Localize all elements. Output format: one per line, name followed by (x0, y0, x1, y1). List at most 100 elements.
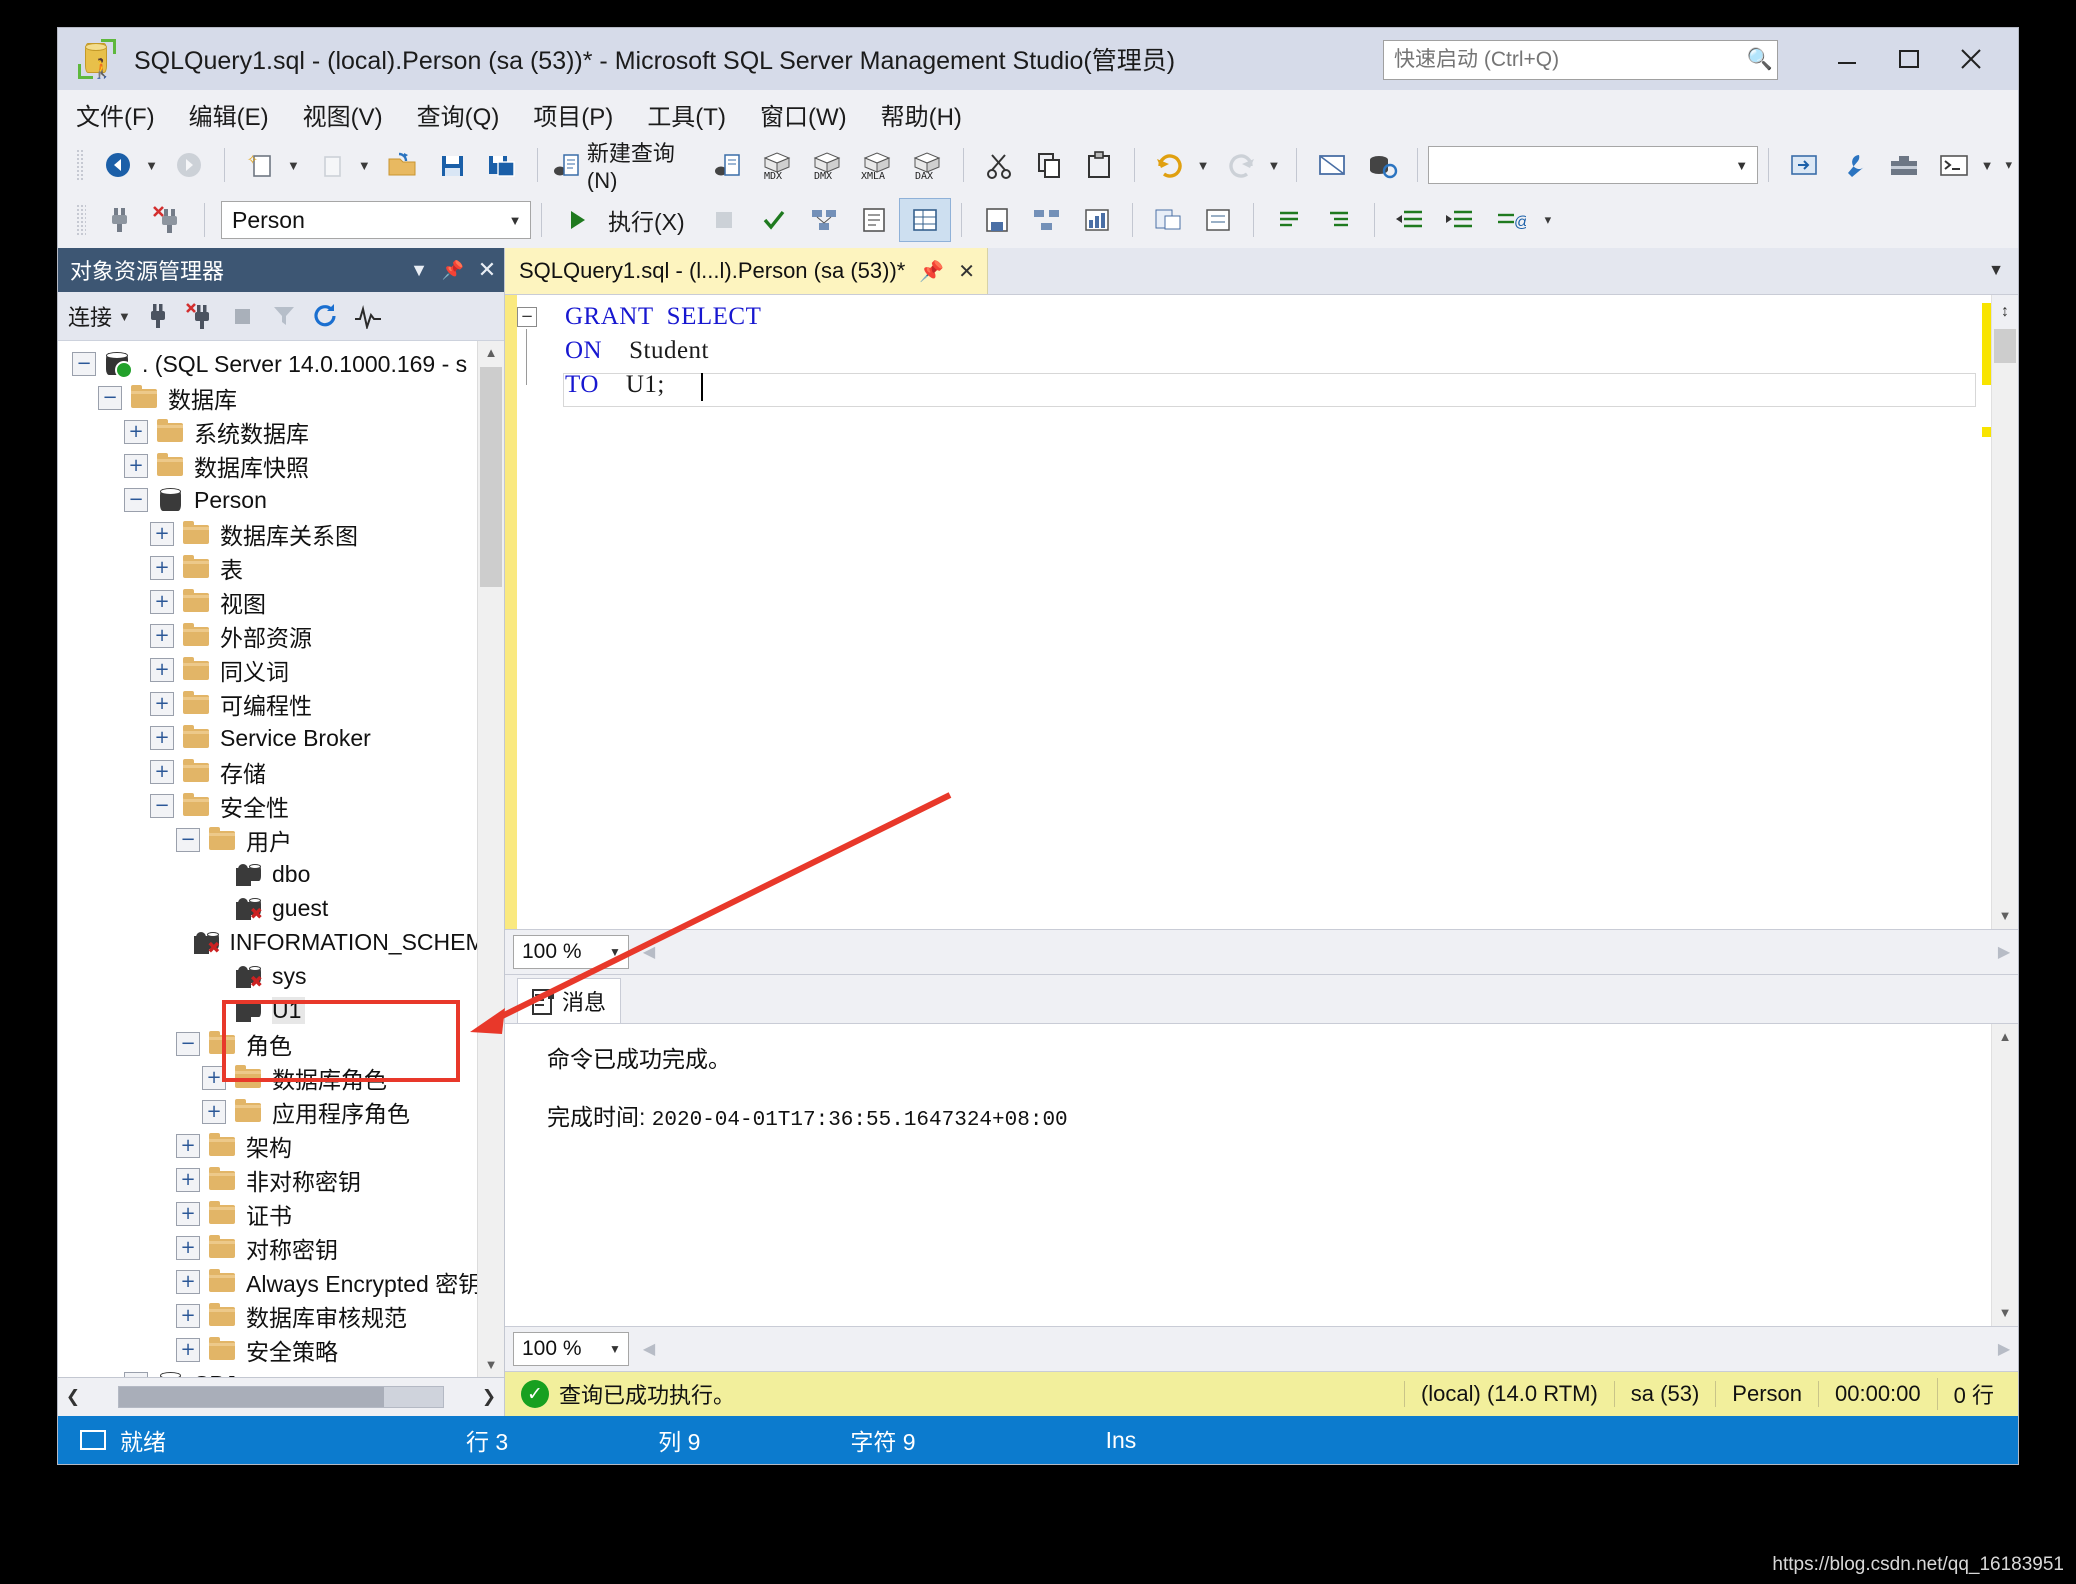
include-client-statistics-button[interactable] (1072, 199, 1122, 241)
add-item-dropdown-icon[interactable]: ▼ (358, 158, 371, 173)
tree-node[interactable]: + 表 (58, 551, 504, 585)
command-window-dropdown-icon[interactable]: ▼ (1981, 158, 1994, 173)
tab-messages[interactable]: 消息 (517, 978, 622, 1023)
tree-node[interactable]: + 数据库审核规范 (58, 1299, 504, 1333)
results-hscrollbar[interactable]: ◀ ▶ (635, 1335, 2018, 1363)
pin-icon[interactable]: 📌 (436, 260, 470, 281)
scroll-left-icon[interactable]: ◀ (635, 942, 663, 962)
connect-icon[interactable] (137, 296, 179, 336)
messages-body[interactable]: 命令已成功完成。 完成时间: 2020-04-01T17:36:55.16473… (505, 1023, 2018, 1326)
find-in-files-button[interactable] (1779, 144, 1829, 186)
toolbar-overflow-icon[interactable]: ▾ (2006, 157, 2013, 173)
activity-monitor-icon[interactable] (347, 296, 389, 336)
results-zoom-selector[interactable]: 100 % ▼ (513, 1332, 629, 1366)
tree-node[interactable]: − 安全性 (58, 789, 504, 823)
menu-view[interactable]: 视图(V) (303, 97, 383, 132)
scroll-down-icon[interactable]: ▼ (478, 1353, 504, 1377)
tree-node[interactable]: dbo (58, 857, 504, 891)
redo-dropdown-icon[interactable]: ▼ (1268, 158, 1281, 173)
tree-toggle-icon[interactable]: + (124, 420, 148, 444)
tree-node[interactable]: ✖ sys (58, 959, 504, 993)
tree-toggle-icon[interactable]: + (150, 658, 174, 682)
tree-toggle-icon[interactable]: − (176, 1032, 200, 1056)
tree-node[interactable]: − 数据库 (58, 381, 504, 415)
display-estimated-plan-button[interactable] (799, 199, 849, 241)
save-all-button[interactable] (477, 144, 527, 186)
tree-toggle-icon[interactable]: + (176, 1304, 200, 1328)
toolbar-overflow-icon-2[interactable]: ▾ (1545, 212, 1552, 228)
toolbar-grip-2[interactable] (76, 204, 86, 236)
new-project-dropdown-icon[interactable]: ▼ (287, 158, 300, 173)
add-item-button[interactable] (306, 144, 356, 186)
parse-button[interactable] (749, 199, 799, 241)
menu-file[interactable]: 文件(F) (76, 97, 155, 132)
scroll-up-icon[interactable]: ▲ (1992, 1024, 2018, 1050)
split-editor-icon[interactable]: ↕ (1992, 295, 2018, 329)
editor-hscrollbar[interactable]: ◀ ▶ (635, 938, 2018, 966)
tree-toggle-icon[interactable]: + (150, 590, 174, 614)
connect-dropdown-icon[interactable]: ▼ (118, 309, 131, 324)
copy-button[interactable] (1024, 144, 1074, 186)
stop-icon[interactable] (221, 296, 263, 336)
tree-node[interactable]: ✖ guest (58, 891, 504, 925)
quick-launch-box[interactable]: 🔍 (1383, 40, 1778, 80)
specify-values-button[interactable] (1193, 199, 1243, 241)
tree-node[interactable]: + 视图 (58, 585, 504, 619)
scroll-up-icon[interactable]: ▲ (478, 341, 504, 365)
tree-toggle-icon[interactable]: − (150, 794, 174, 818)
open-file-button[interactable] (377, 144, 427, 186)
menu-project[interactable]: 项目(P) (533, 97, 613, 132)
execute-button[interactable] (552, 199, 602, 241)
cut-button[interactable] (974, 144, 1024, 186)
scroll-right-icon[interactable]: ▶ (1990, 942, 2018, 962)
command-window-button[interactable] (1929, 144, 1979, 186)
comment-lines-button[interactable] (1143, 199, 1193, 241)
hscroll-track[interactable] (663, 1336, 1990, 1362)
tree-toggle-icon[interactable]: + (176, 1236, 200, 1260)
tree-toggle-icon[interactable]: + (176, 1202, 200, 1226)
tabstrip-overflow-icon[interactable]: ▼ (1988, 248, 2004, 294)
toolbar-grip[interactable] (76, 149, 86, 181)
tree-node[interactable]: − Person (58, 483, 504, 517)
disconnect-icon[interactable] (179, 296, 221, 336)
refresh-icon[interactable] (305, 296, 347, 336)
object-explorer-hscrollbar[interactable]: ❮ ❯ (58, 1377, 504, 1416)
tree-node[interactable]: + 对称密钥 (58, 1231, 504, 1265)
tree-node[interactable]: + 应用程序角色 (58, 1095, 504, 1129)
editor-zoom-selector[interactable]: 100 % ▼ (513, 935, 629, 969)
tree-node[interactable]: − . (SQL Server 14.0.1000.169 - s (58, 347, 504, 381)
tree-toggle-icon[interactable]: − (124, 488, 148, 512)
tree-node[interactable]: + 同义词 (58, 653, 504, 687)
undo-dropdown-icon[interactable]: ▼ (1197, 158, 1210, 173)
format-lines-button[interactable] (1264, 199, 1314, 241)
chevron-down-icon[interactable]: ▼ (1727, 158, 1757, 173)
save-button[interactable] (427, 144, 477, 186)
close-icon[interactable]: ✕ (958, 259, 975, 284)
tree-node[interactable]: + SPJ (58, 1367, 504, 1377)
new-database-engine-query-button[interactable] (703, 144, 753, 186)
tree-toggle-icon[interactable]: + (150, 760, 174, 784)
tree-node[interactable]: + 证书 (58, 1197, 504, 1231)
maximize-button[interactable] (1878, 28, 1940, 90)
fold-toggle-icon[interactable]: − (517, 307, 537, 327)
tree-node[interactable]: + 安全策略 (58, 1333, 504, 1367)
tree-node[interactable]: + Always Encrypted 密钥 (58, 1265, 504, 1299)
chevron-down-icon[interactable]: ▼ (602, 945, 628, 959)
object-explorer-button[interactable] (1357, 144, 1407, 186)
chevron-down-icon[interactable]: ▼ (500, 213, 530, 228)
decrease-indent-button[interactable] (1385, 199, 1435, 241)
undo-button[interactable] (1145, 144, 1195, 186)
tree-node[interactable]: + 架构 (58, 1129, 504, 1163)
toolbar-find-combo[interactable]: ▼ (1428, 146, 1758, 184)
close-icon[interactable]: ✕ (470, 257, 504, 283)
tree-toggle-icon[interactable]: + (150, 692, 174, 716)
scroll-thumb[interactable] (480, 367, 502, 587)
navigate-back-dropdown-icon[interactable]: ▼ (145, 158, 158, 173)
new-dax-query-button[interactable]: DAX (903, 144, 953, 186)
hscroll-track[interactable] (118, 1386, 444, 1408)
navigate-forward-button[interactable] (164, 144, 214, 186)
tree-toggle-icon[interactable]: + (176, 1270, 200, 1294)
menu-window[interactable]: 窗口(W) (760, 97, 847, 132)
tree-node[interactable]: + 数据库快照 (58, 449, 504, 483)
tree-toggle-icon[interactable]: + (124, 1372, 148, 1377)
